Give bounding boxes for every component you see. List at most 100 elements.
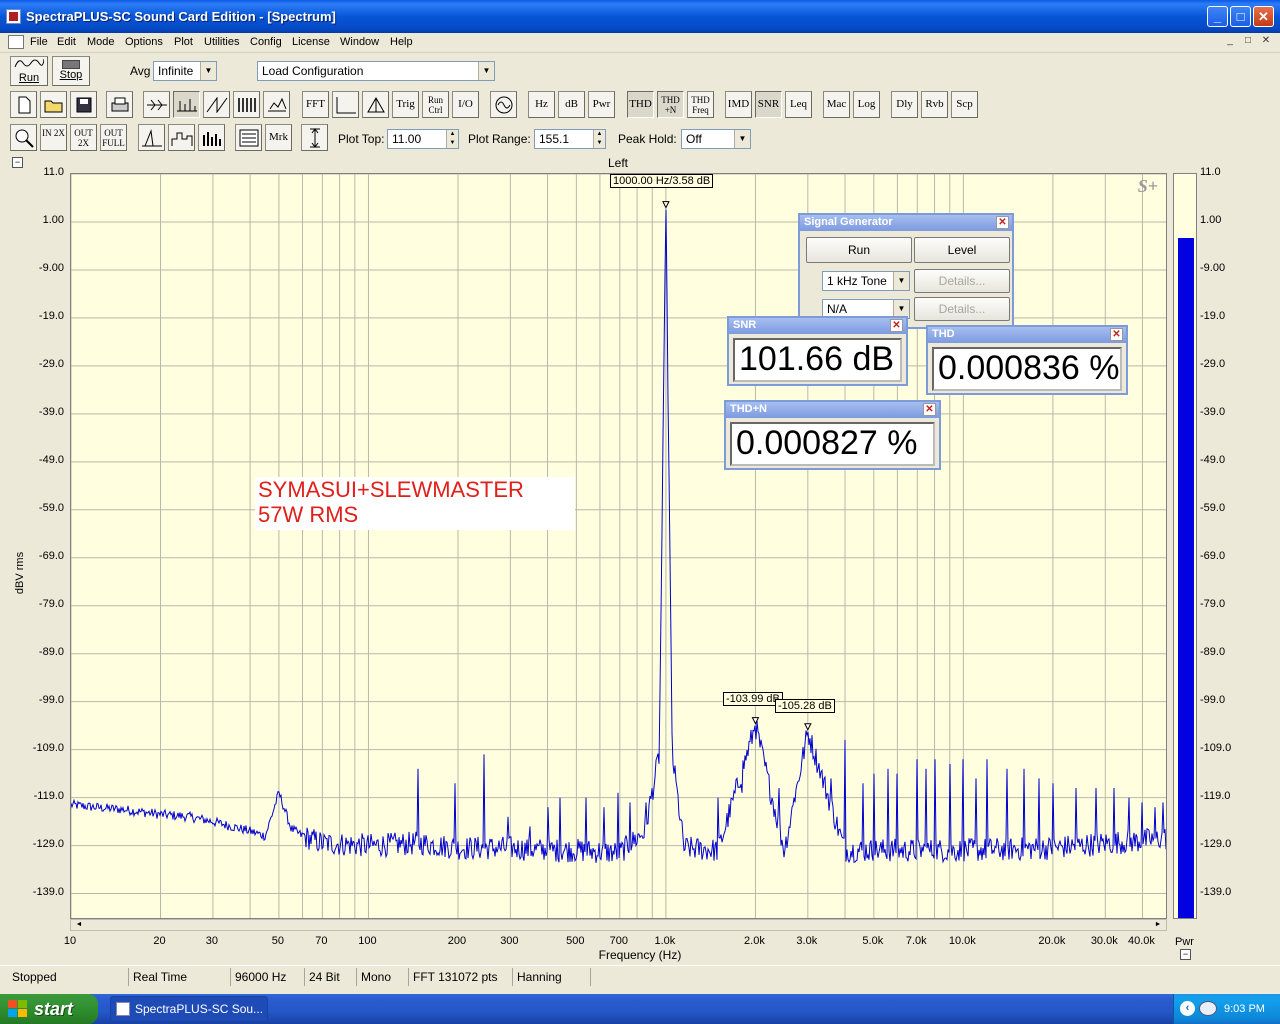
- x-tick-label: 5.0k: [862, 935, 884, 947]
- spectrum-mode-icon[interactable]: [173, 91, 200, 118]
- scp-button[interactable]: Scp: [951, 91, 978, 118]
- weighting-icon[interactable]: [362, 91, 389, 118]
- line-plot-icon[interactable]: [138, 124, 165, 151]
- plot-range-input[interactable]: 155.1 ▲ ▼: [534, 129, 606, 149]
- close-icon[interactable]: ✕: [923, 403, 936, 416]
- horizontal-scrollbar[interactable]: ◄ ►: [70, 919, 1167, 931]
- minimize-button[interactable]: _: [1207, 6, 1228, 27]
- spinner-icon[interactable]: ▲ ▼: [593, 130, 605, 148]
- generator-icon[interactable]: [490, 91, 517, 118]
- leq-button[interactable]: Leq: [785, 91, 812, 118]
- maximize-button[interactable]: □: [1230, 6, 1251, 27]
- imd-button[interactable]: IMD: [725, 91, 752, 118]
- app-icon[interactable]: [6, 9, 21, 24]
- scale-icon[interactable]: [301, 124, 328, 151]
- step-plot-icon[interactable]: [168, 124, 195, 151]
- doc-icon[interactable]: [8, 35, 24, 49]
- stop-button[interactable]: Stop: [52, 56, 90, 86]
- chevron-down-icon: ▼: [734, 130, 750, 148]
- close-icon[interactable]: ✕: [890, 319, 903, 332]
- time-series-icon[interactable]: [143, 91, 170, 118]
- waveform-select[interactable]: 1 kHz Tone ▼: [822, 271, 910, 291]
- scroll-right-icon[interactable]: ►: [1151, 920, 1165, 930]
- chevron-down-icon: ▼: [478, 62, 494, 80]
- zoom-out-2x-button[interactable]: OUT 2X: [70, 124, 97, 151]
- zoom-full-button[interactable]: OUT FULL: [100, 124, 127, 151]
- collapse-icon[interactable]: −: [1180, 949, 1191, 960]
- open-icon[interactable]: [40, 91, 67, 118]
- mdi-close-button[interactable]: ✕: [1258, 35, 1274, 49]
- menu-file[interactable]: File: [30, 36, 48, 48]
- hz-button[interactable]: Hz: [528, 91, 555, 118]
- annotation-line-1: SYMASUI+SLEWMASTER: [258, 477, 524, 502]
- thd-button[interactable]: THD: [627, 91, 654, 118]
- pwr-button[interactable]: Pwr: [588, 91, 615, 118]
- close-icon[interactable]: ✕: [996, 216, 1009, 229]
- spinner-icon[interactable]: ▲ ▼: [446, 130, 458, 148]
- title-bar[interactable]: SpectraPLUS-SC Sound Card Edition - [Spe…: [0, 0, 1280, 33]
- fft-button[interactable]: FFT: [302, 91, 329, 118]
- menu-plot[interactable]: Plot: [174, 36, 193, 48]
- axis-icon[interactable]: [332, 91, 359, 118]
- run-ctrl-button[interactable]: Run Ctrl: [422, 91, 449, 118]
- thd-titlebar[interactable]: THD ✕: [928, 327, 1126, 343]
- menu-options[interactable]: Options: [125, 36, 163, 48]
- mdi-minimize-button[interactable]: _: [1222, 35, 1238, 49]
- scroll-left-icon[interactable]: ◄: [72, 920, 86, 930]
- waveform-details-button[interactable]: Details...: [914, 269, 1010, 293]
- menu-window[interactable]: Window: [340, 36, 379, 48]
- tray-app-icon[interactable]: [1199, 1001, 1217, 1016]
- thdn-titlebar[interactable]: THD+N ✕: [726, 402, 939, 418]
- menu-edit[interactable]: Edit: [57, 36, 76, 48]
- menu-utilities[interactable]: Utilities: [204, 36, 239, 48]
- log-button[interactable]: Log: [853, 91, 880, 118]
- snr-button[interactable]: SNR: [755, 91, 782, 118]
- dly-button[interactable]: Dly: [891, 91, 918, 118]
- snr-titlebar[interactable]: SNR ✕: [729, 318, 906, 334]
- app-icon: [116, 1002, 130, 1016]
- menu-help[interactable]: Help: [390, 36, 413, 48]
- thdn-button[interactable]: THD +N: [657, 91, 684, 118]
- zoom-icon[interactable]: [10, 124, 37, 151]
- run-button[interactable]: Run: [10, 56, 48, 86]
- 3d-surface-icon[interactable]: [263, 91, 290, 118]
- close-icon[interactable]: ✕: [1110, 328, 1123, 341]
- signal-generator-titlebar[interactable]: Signal Generator ✕: [800, 215, 1012, 231]
- zoom-in-2x-button[interactable]: IN 2X: [40, 124, 67, 151]
- plot-properties-icon[interactable]: [235, 124, 262, 151]
- siggen-run-button[interactable]: Run: [806, 237, 912, 263]
- save-icon[interactable]: [70, 91, 97, 118]
- y-tick-label: -29.0: [38, 357, 64, 370]
- status-sample-rate: 96000 Hz: [230, 968, 304, 986]
- thd-freq-button[interactable]: THD Freq: [687, 91, 714, 118]
- new-icon[interactable]: [10, 91, 37, 118]
- taskbar-item-spectraplus[interactable]: SpectraPLUS-SC Sou...: [110, 996, 268, 1022]
- bar-plot-icon[interactable]: [198, 124, 225, 151]
- close-button[interactable]: ✕: [1253, 6, 1274, 27]
- plot-top-input[interactable]: 11.00 ▲ ▼: [387, 129, 459, 149]
- trig-button[interactable]: Trig: [392, 91, 419, 118]
- peak-hold-select[interactable]: Off ▼: [681, 129, 751, 149]
- phase-icon[interactable]: [203, 91, 230, 118]
- menu-mode[interactable]: Mode: [87, 36, 115, 48]
- tray-collapse-icon[interactable]: ‹: [1180, 1001, 1195, 1016]
- status-channels: Mono: [356, 968, 408, 986]
- x-tick-label: 70: [315, 935, 328, 947]
- menu-config[interactable]: Config: [250, 36, 282, 48]
- status-empty: [590, 968, 1270, 986]
- mdi-restore-button[interactable]: □: [1240, 35, 1256, 49]
- siggen-level-button[interactable]: Level: [914, 237, 1010, 263]
- menu-license[interactable]: License: [292, 36, 330, 48]
- config-select[interactable]: Load Configuration ▼: [257, 61, 495, 81]
- avg-select[interactable]: Infinite ▼: [153, 61, 217, 81]
- print-icon[interactable]: [106, 91, 133, 118]
- mac-button[interactable]: Mac: [823, 91, 850, 118]
- io-button[interactable]: I/O: [452, 91, 479, 118]
- start-button[interactable]: start: [0, 994, 98, 1024]
- marker-button[interactable]: Mrk: [265, 124, 292, 151]
- y-tick-label: -89.0: [38, 645, 64, 658]
- channel-details-button[interactable]: Details...: [914, 297, 1010, 321]
- rvb-button[interactable]: Rvb: [921, 91, 948, 118]
- spectrogram-icon[interactable]: [233, 91, 260, 118]
- db-button[interactable]: dB: [558, 91, 585, 118]
